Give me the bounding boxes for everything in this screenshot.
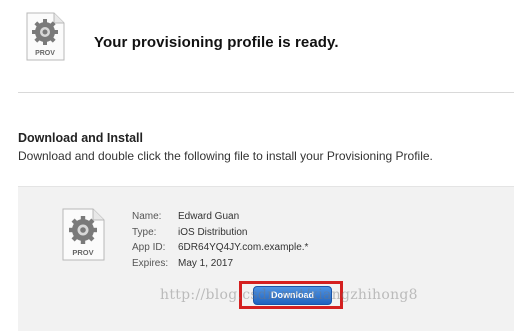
watermark: http://blog.csdn.net/xiangzhihong8 [160, 287, 418, 303]
detail-value: 6DR64YQ4JY.com.example.* [178, 242, 309, 253]
prov-file-icon: PROV [24, 12, 66, 62]
profile-details: Name: Edward Guan Type: iOS Distribution… [132, 209, 308, 271]
detail-value: Edward Guan [178, 211, 240, 222]
page-title: Your provisioning profile is ready. [94, 34, 339, 51]
prov-file-icon: PROV [60, 208, 106, 262]
detail-label: Expires: [132, 257, 169, 269]
profile-panel: PROV Name: Edward Guan Type: iOS Distrib… [18, 186, 514, 331]
detail-row-name: Name: Edward Guan [132, 209, 308, 225]
detail-row-expires: Expires: May 1, 2017 [132, 256, 308, 272]
detail-label: App ID: [132, 242, 166, 253]
detail-label: Name: [132, 211, 162, 222]
detail-row-type: Type: iOS Distribution [132, 225, 308, 241]
detail-value: May 1, 2017 [178, 257, 234, 269]
detail-value: iOS Distribution [178, 226, 248, 238]
detail-label: Type: [132, 226, 157, 238]
detail-row-app-id: App ID: 6DR64YQ4JY.com.example.* [132, 240, 308, 256]
section-heading: Download and Install [18, 131, 144, 145]
prov-icon-label: PROV [35, 50, 55, 57]
divider [18, 92, 514, 93]
prov-icon-label: PROV [72, 248, 93, 257]
section-description: Download and double click the following … [18, 149, 433, 163]
